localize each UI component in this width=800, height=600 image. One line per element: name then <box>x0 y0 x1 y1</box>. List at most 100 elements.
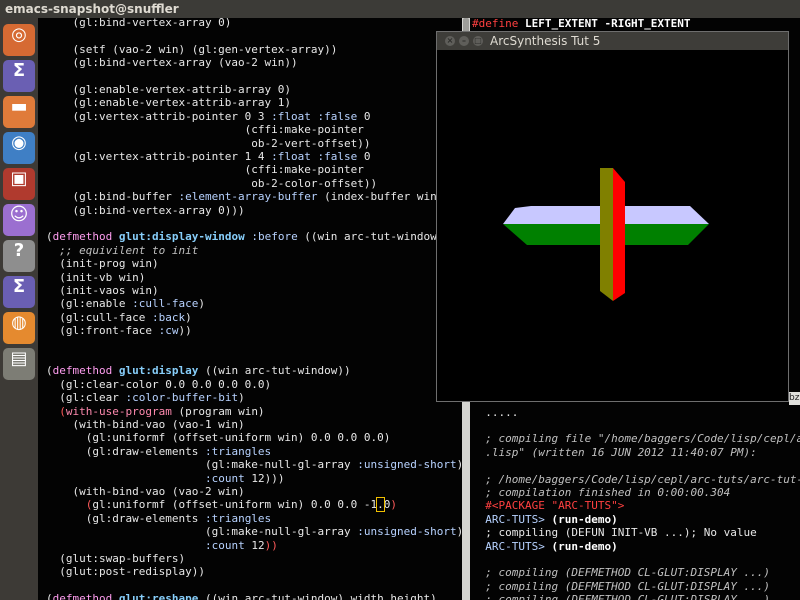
code-token: :unsigned-short <box>357 525 457 539</box>
code-token: :unsigned-short <box>357 458 457 472</box>
blender-icon[interactable]: ◍ <box>3 312 35 344</box>
code-token: with-use-program <box>65 404 172 418</box>
code-token: )) <box>178 324 192 338</box>
workspace-icon-glyph: ▤ <box>10 348 28 369</box>
code-token: (gl:enable-vertex-attrib-array 0) <box>46 83 292 96</box>
code-line: ; compiling (DEFMETHOD CL-GLUT:DISPLAY .… <box>472 580 770 593</box>
code-token: (gl:make-null-gl-array <box>46 458 358 472</box>
code-line: .lisp" (written 16 JUN 2012 11:40:07 PM)… <box>472 446 757 459</box>
code-token: (gl:front-face <box>46 324 159 338</box>
code-token: (gl:enable-vertex-attrib-array 1) <box>46 96 292 110</box>
code-token: (gl:bind-vertex-array 0) <box>46 18 232 29</box>
code-line: (gl:clear-color 0.0 0.0 0.0 0.0) <box>46 378 271 391</box>
code-token: ( <box>46 404 66 418</box>
code-token: ) <box>238 391 245 405</box>
code-token: 12 <box>244 538 265 552</box>
code-line: ; compiling (DEFMETHOD CL-GLUT:DISPLAY .… <box>472 566 770 579</box>
code-line: (cffi:make-pointer <box>46 123 364 136</box>
emacs-icon-glyph: Σ <box>12 60 26 81</box>
shape-bar-right <box>613 168 625 301</box>
code-line: :count 12))) <box>46 471 285 485</box>
code-line: (glut:post-redisplay)) <box>46 565 205 578</box>
code-token: ( <box>46 592 53 600</box>
ubuntu-home-icon[interactable]: ◎ <box>3 24 35 56</box>
code-token: (glut:swap-buffers) <box>46 552 186 565</box>
editor-pane[interactable]: (gl:bind-vertex-array 0) (setf (vao-2 wi… <box>38 18 462 600</box>
code-token: :triangles <box>204 444 272 458</box>
code-token: ; compiling (DEFMETHOD CL-GLUT:DISPLAY .… <box>472 566 771 580</box>
code-line: (defmethod glut:reshape ((win arc-tut-wi… <box>46 592 437 600</box>
maximize-button[interactable]: □ <box>473 36 483 46</box>
code-token: (gl:enable <box>46 297 133 311</box>
code-token: (init-prog win) <box>46 257 159 271</box>
minimize-button[interactable]: – <box>459 36 469 46</box>
code-line: (gl:vertex-attrib-pointer 0 3 :float :fa… <box>46 109 370 123</box>
code-token: #<PACKAGE "ARC-TUTS"> <box>472 499 625 513</box>
code-line: (setf (vao-2 win) (gl:gen-vertex-array)) <box>46 43 337 56</box>
code-line: (with-use-program (program win) <box>46 404 264 418</box>
gl-window[interactable]: × – □ ArcSynthesis Tut 5 <box>436 31 789 402</box>
code-token: (gl:clear <box>46 391 126 405</box>
code-line: (gl:front-face :cw)) <box>46 324 192 338</box>
code-token: (gl:bind-buffer <box>46 190 179 204</box>
window-title: emacs-snapshot@snuffler <box>5 2 179 16</box>
code-line: ; compilation finished in 0:00:00.304 <box>472 486 730 499</box>
chat-face-icon[interactable]: ☺ <box>3 204 35 236</box>
terminal-monitor-icon[interactable]: ▣ <box>3 168 35 200</box>
gl-window-titlebar[interactable]: × – □ ArcSynthesis Tut 5 <box>437 32 788 50</box>
code-token: :triangles <box>204 511 272 525</box>
code-token: .lisp" (written 16 JUN 2012 11:40:07 PM)… <box>472 445 757 459</box>
code-token: (gl:uniformf (offset-uniform win) 0.0 0.… <box>46 431 391 445</box>
code-token: :count <box>204 538 245 552</box>
code-token: :float :false <box>271 109 358 123</box>
emacs-icon-2[interactable]: Σ <box>3 276 35 308</box>
code-token: ; /home/baggers/Code/lisp/cepl/arc-tuts/… <box>472 472 800 486</box>
code-token: ) <box>390 498 398 512</box>
files-folder-icon[interactable]: ▬ <box>3 96 35 128</box>
code-line: (gl:uniformf (offset-uniform win) 0.0 0.… <box>46 431 391 445</box>
code-line: ; compiling (DEFUN INIT-VB ...); No valu… <box>472 526 757 539</box>
ubuntu-home-icon-glyph: ◎ <box>11 24 27 45</box>
code-line: ; compiling file "/home/baggers/Code/lis… <box>472 432 800 445</box>
blender-icon-glyph: ◍ <box>11 312 27 333</box>
code-token: 0 <box>357 150 371 163</box>
code-token: (glut:post-redisplay)) <box>46 565 205 579</box>
gl-canvas <box>503 168 709 301</box>
code-line: (gl:bind-vertex-array 0) <box>46 18 231 29</box>
emacs-icon[interactable]: Σ <box>3 60 35 92</box>
code-token: defmethod <box>52 230 113 244</box>
code-line: (with-bind-vao (vao-2 win) <box>46 485 244 498</box>
code-token: ) <box>198 297 205 311</box>
browser-globe-icon[interactable]: ◉ <box>3 132 35 164</box>
code-token: ; compiling file "/home/baggers/Code/lis… <box>472 432 800 446</box>
close-button[interactable]: × <box>445 36 455 46</box>
code-token: (gl:bind-vertex-array 0))) <box>46 203 245 217</box>
code-token: (gl:make-null-gl-array <box>46 525 358 539</box>
help-question-icon[interactable]: ? <box>3 240 35 272</box>
code-token: glut:display <box>118 364 199 378</box>
code-line: #<PACKAGE "ARC-TUTS"> <box>472 499 624 512</box>
code-line: (glut:swap-buffers) <box>46 552 185 565</box>
code-token: ((win arc-tut-window) width height) <box>198 592 437 600</box>
code-token: ( <box>46 230 53 244</box>
code-token: :count <box>204 471 245 485</box>
code-token: (with-bind-vao (vao-1 win) <box>46 418 245 431</box>
code-line: (defmethod glut:display-window :before (… <box>46 230 450 243</box>
code-line: (gl:bind-vertex-array 0))) <box>46 203 245 217</box>
code-token: (gl:vertex-attrib-pointer 1 4 <box>46 150 272 163</box>
code-line: ; compiling (DEFMETHOD CL-GLUT:DISPLAY .… <box>472 593 770 600</box>
code-token: 12))) <box>244 471 285 485</box>
code-line: (gl:enable :cull-face) <box>46 297 205 310</box>
code-token: gl:uniformf (offset-uniform win) 0.0 0.0… <box>92 498 378 512</box>
top-panel: emacs-snapshot@snuffler <box>0 0 800 18</box>
code-line: (cffi:make-pointer <box>46 163 364 176</box>
workspace-icon[interactable]: ▤ <box>3 348 35 380</box>
code-token: ; compilation finished in 0:00:00.304 <box>472 486 731 499</box>
text-cursor: . <box>376 497 385 513</box>
code-line: :count 12)) <box>46 539 278 552</box>
code-token: ob-2-color-offset)) <box>46 176 378 190</box>
code-token: ARC-TUTS> <box>472 539 552 553</box>
code-token: (gl:vertex-attrib-pointer 0 3 <box>46 109 272 123</box>
code-token: (init-vb win) <box>46 270 146 284</box>
